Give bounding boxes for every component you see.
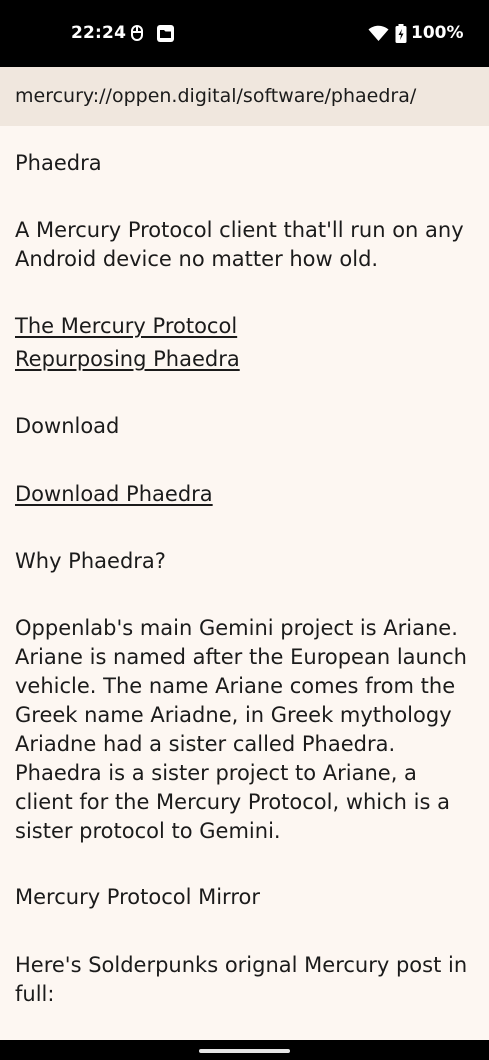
link-text[interactable]: Download Phaedra: [15, 482, 213, 506]
address-bar[interactable]: mercury://oppen.digital/software/phaedra…: [0, 67, 489, 126]
download-heading: Download: [15, 414, 120, 438]
link-repurposing-phaedra[interactable]: Repurposing Phaedra: [15, 345, 480, 374]
battery-icon: [395, 24, 407, 43]
url-text[interactable]: mercury://oppen.digital/software/phaedra…: [15, 85, 416, 107]
battery-percentage: 100%: [411, 23, 464, 43]
link-download-phaedra[interactable]: Download Phaedra: [15, 480, 480, 509]
link-text[interactable]: Repurposing Phaedra: [15, 347, 240, 371]
why-paragraph: Oppenlab's main Gemini project is Ariane…: [15, 616, 467, 843]
navigation-bar: [0, 1040, 489, 1060]
mirror-heading: Mercury Protocol Mirror: [15, 885, 260, 909]
data-saver-icon: [131, 25, 143, 41]
intro-paragraph: A Mercury Protocol client that'll run on…: [15, 218, 464, 271]
home-gesture-handle[interactable]: [199, 1049, 290, 1053]
link-text[interactable]: The Mercury Protocol: [15, 314, 237, 338]
wifi-icon: [368, 25, 389, 41]
why-heading: Why Phaedra?: [15, 549, 166, 573]
mirror-paragraph: Here's Solderpunks orignal Mercury post …: [15, 953, 468, 1006]
link-mercury-protocol[interactable]: The Mercury Protocol: [15, 312, 480, 341]
status-time: 22:24: [71, 23, 127, 43]
folder-icon: [157, 25, 174, 42]
page-title: Phaedra: [15, 151, 102, 175]
status-bar: 22:24 100%: [0, 0, 489, 67]
